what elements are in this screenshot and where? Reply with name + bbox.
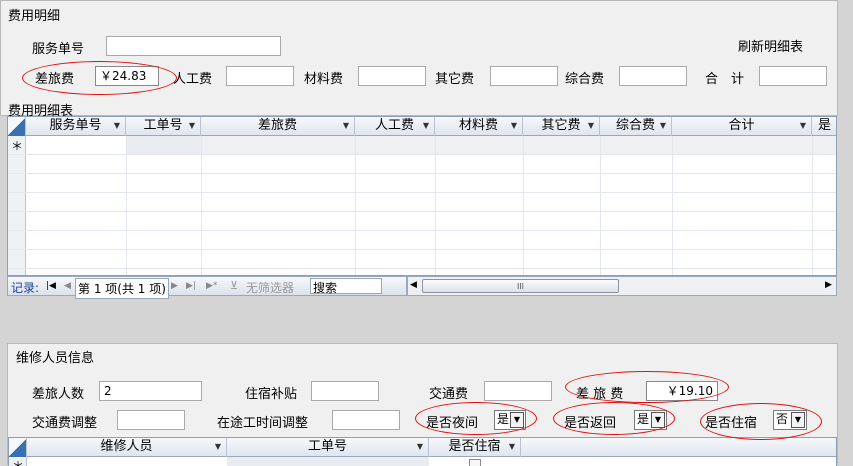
no-filter-label[interactable]: 无筛选器 <box>246 279 294 296</box>
sort-arrow-icon[interactable]: ▼ <box>189 117 195 135</box>
transport-adjust-label: 交通费调整 <box>32 416 98 431</box>
stay-label: 是否住宿 <box>705 416 758 431</box>
new-row-marker: ＊ <box>11 139 24 153</box>
col-total[interactable]: 合计 ▼ <box>672 117 812 136</box>
new-row-gray-cells <box>126 136 201 154</box>
horizontal-scrollbar[interactable]: ◀ III ▶ <box>407 276 837 296</box>
service-no-input[interactable] <box>106 36 281 56</box>
night-select[interactable]: 是 ▼ <box>494 410 526 430</box>
select-all-corner[interactable] <box>8 117 26 136</box>
col-material-fee[interactable]: 材料费 ▼ <box>435 117 523 136</box>
col-labor-fee[interactable]: 人工费 ▼ <box>355 117 435 136</box>
travelers-input[interactable]: 2 <box>99 381 202 401</box>
transit-time-adjust-label: 在途工时间调整 <box>217 416 309 431</box>
sort-arrow-icon[interactable]: ▼ <box>660 117 666 135</box>
transit-time-adjust-input[interactable] <box>332 410 400 430</box>
total-label: 合 计 <box>705 72 745 87</box>
lodging-subsidy-input[interactable] <box>311 381 379 401</box>
last-record-icon[interactable]: ▶| <box>186 281 196 291</box>
first-record-icon[interactable]: |◀ <box>46 281 56 291</box>
panel-title: 费用明细 <box>8 9 61 24</box>
sort-arrow-icon[interactable]: ▼ <box>588 117 594 135</box>
return-label: 是否返回 <box>564 416 617 431</box>
repair-panel-title: 维修人员信息 <box>16 351 95 366</box>
night-label: 是否夜间 <box>426 416 479 431</box>
travel-fee-input[interactable]: ￥24.83 <box>95 66 159 86</box>
sort-arrow-icon[interactable]: ▼ <box>511 117 517 135</box>
lodging-subsidy-label: 住宿补贴 <box>245 387 298 402</box>
sort-arrow-icon[interactable]: ▼ <box>423 117 429 135</box>
grid-header: 服务单号 ▼ 工单号 ▼ 差旅费 ▼ 人工费 ▼ 材料费 ▼ 其它费 ▼ 综合费 ▼ 合计 ▼ … <box>8 117 836 136</box>
fee-detail-panel: 费用明细 服务单号 刷新明细表 差旅费 ￥24.83 人工费 材料费 其它费 综… <box>0 0 838 119</box>
scroll-thumb[interactable]: III <box>422 279 619 293</box>
service-no-label: 服务单号 <box>32 42 85 57</box>
stay-select[interactable]: 否 ▼ <box>773 410 807 430</box>
repair-personnel-grid[interactable]: 维修人员 ▼ 工单号 ▼ 是否住宿 ▼ ＊ <box>8 437 837 466</box>
next-record-icon[interactable]: ▶ <box>171 281 178 291</box>
prev-record-icon[interactable]: ◀ <box>64 281 71 291</box>
transport-fee-input[interactable] <box>484 381 552 401</box>
return-select[interactable]: 是 ▼ <box>634 410 667 430</box>
record-position-box[interactable]: 第 1 项(共 1 项) <box>75 278 169 299</box>
sort-arrow-icon[interactable]: ▼ <box>509 438 515 456</box>
new-record-icon[interactable]: ▶* <box>206 281 217 291</box>
travel-fee-label: 差旅费 <box>35 72 75 87</box>
other-fee-label: 其它费 <box>435 72 475 87</box>
refresh-detail-button[interactable]: 刷新明细表 <box>738 36 803 55</box>
dropdown-arrow-icon[interactable]: ▼ <box>510 412 524 428</box>
labor-fee-label: 人工费 <box>173 72 213 87</box>
material-fee-label: 材料费 <box>304 72 344 87</box>
col-other-fee[interactable]: 其它费 ▼ <box>523 117 600 136</box>
new-row-gray-cells <box>201 136 836 154</box>
sort-arrow-icon[interactable]: ▼ <box>114 117 120 135</box>
col-service-no[interactable]: 服务单号 ▼ <box>26 117 126 136</box>
repair-personnel-panel: 维修人员信息 差旅人数 2 住宿补贴 交通费 差 旅 费 ￥19.10 交通费调… <box>7 343 838 466</box>
sort-arrow-icon[interactable]: ▼ <box>343 117 349 135</box>
labor-fee-input[interactable] <box>226 66 294 86</box>
record-label: 记录: <box>11 281 40 295</box>
scroll-right-icon[interactable]: ▶ <box>825 280 832 290</box>
composite-fee-input[interactable] <box>619 66 687 86</box>
row-header-column <box>8 136 26 275</box>
transport-adjust-input[interactable] <box>117 410 185 430</box>
filter-icon: ⊻ <box>230 279 239 292</box>
select-all-corner[interactable] <box>9 438 27 457</box>
dropdown-arrow-icon[interactable]: ▼ <box>791 412 805 428</box>
sort-arrow-icon[interactable]: ▼ <box>215 438 221 456</box>
repair-travel-fee-label: 差 旅 费 <box>576 387 624 402</box>
sort-arrow-icon[interactable]: ▼ <box>417 438 423 456</box>
fee-detail-grid[interactable]: 服务单号 ▼ 工单号 ▼ 差旅费 ▼ 人工费 ▼ 材料费 ▼ 其它费 ▼ 综合费 ▼ 合计 ▼ … <box>7 116 837 276</box>
col-repair-work-order[interactable]: 工单号 ▼ <box>227 438 429 457</box>
travelers-label: 差旅人数 <box>32 387 85 402</box>
sort-arrow-icon[interactable]: ▼ <box>800 117 806 135</box>
other-fee-input[interactable] <box>490 66 558 86</box>
dropdown-arrow-icon[interactable]: ▼ <box>651 412 665 428</box>
col-travel-fee[interactable]: 差旅费 ▼ <box>201 117 355 136</box>
transport-fee-label: 交通费 <box>429 387 469 402</box>
record-navigator: 记录: |◀ ◀ 第 1 项(共 1 项) ▶ ▶| ▶* ⊻ 无筛选器 搜索 <box>7 276 407 299</box>
col-work-order[interactable]: 工单号 ▼ <box>126 117 201 136</box>
col-is[interactable]: 是 <box>812 117 836 136</box>
col-repair-person[interactable]: 维修人员 ▼ <box>27 438 227 457</box>
col-stay[interactable]: 是否住宿 ▼ <box>429 438 521 457</box>
repair-travel-fee-input[interactable]: ￥19.10 <box>646 381 718 401</box>
total-input[interactable] <box>759 66 827 86</box>
col-composite-fee[interactable]: 综合费 ▼ <box>600 117 672 136</box>
scroll-left-icon[interactable]: ◀ <box>410 280 417 290</box>
search-box[interactable]: 搜索 <box>310 278 382 295</box>
composite-fee-label: 综合费 <box>565 72 605 87</box>
repair-grid-header: 维修人员 ▼ 工单号 ▼ 是否住宿 ▼ <box>9 438 836 457</box>
material-fee-input[interactable] <box>358 66 426 86</box>
